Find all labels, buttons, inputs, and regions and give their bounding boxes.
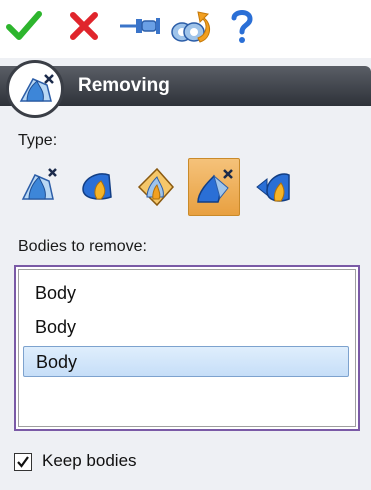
- remove-drop-icon: [82, 173, 112, 200]
- removing-feature-icon: [6, 60, 64, 118]
- list-item[interactable]: Body: [23, 312, 349, 343]
- remove-fill-icon: [197, 169, 233, 203]
- type-label: Type:: [18, 132, 58, 149]
- ok-button[interactable]: [6, 8, 42, 44]
- removing-panel: Removing Type: Bodies to remove: Body Bo…: [0, 58, 371, 490]
- pushpin-icon: [120, 18, 160, 34]
- remove-sheet-icon: [137, 167, 175, 207]
- cancel-button[interactable]: [66, 8, 102, 44]
- remove-arrow-icon: [256, 173, 290, 202]
- remove-body-icon: [21, 168, 57, 200]
- panel-title: Removing: [78, 75, 170, 96]
- question-icon: [231, 10, 253, 43]
- help-button[interactable]: [230, 8, 254, 44]
- pin-button[interactable]: [118, 8, 162, 44]
- type-option-remove-arrow[interactable]: [248, 158, 300, 216]
- keep-bodies-checkbox[interactable]: [14, 453, 32, 471]
- type-option-remove-sheet[interactable]: [130, 158, 182, 216]
- type-option-remove-drop[interactable]: [72, 158, 124, 216]
- type-selector: [14, 158, 314, 216]
- checkmark-icon: [17, 456, 29, 468]
- bodies-list-inner: Body Body Body: [18, 269, 356, 427]
- keep-bodies-option: Keep bodies: [14, 451, 214, 477]
- list-item[interactable]: Body: [23, 278, 349, 309]
- list-item[interactable]: Body: [23, 346, 349, 377]
- toolbar: [0, 0, 371, 52]
- preview-button[interactable]: [170, 8, 216, 44]
- x-icon: [70, 12, 98, 40]
- keep-bodies-label: Keep bodies: [42, 451, 137, 470]
- bodies-to-remove-label: Bodies to remove:: [18, 238, 147, 255]
- check-icon: [6, 11, 42, 40]
- type-option-remove-body[interactable]: [14, 158, 66, 216]
- preview-icon: [171, 11, 210, 43]
- bodies-list[interactable]: Body Body Body: [14, 265, 360, 431]
- type-option-remove-fill[interactable]: [188, 158, 240, 216]
